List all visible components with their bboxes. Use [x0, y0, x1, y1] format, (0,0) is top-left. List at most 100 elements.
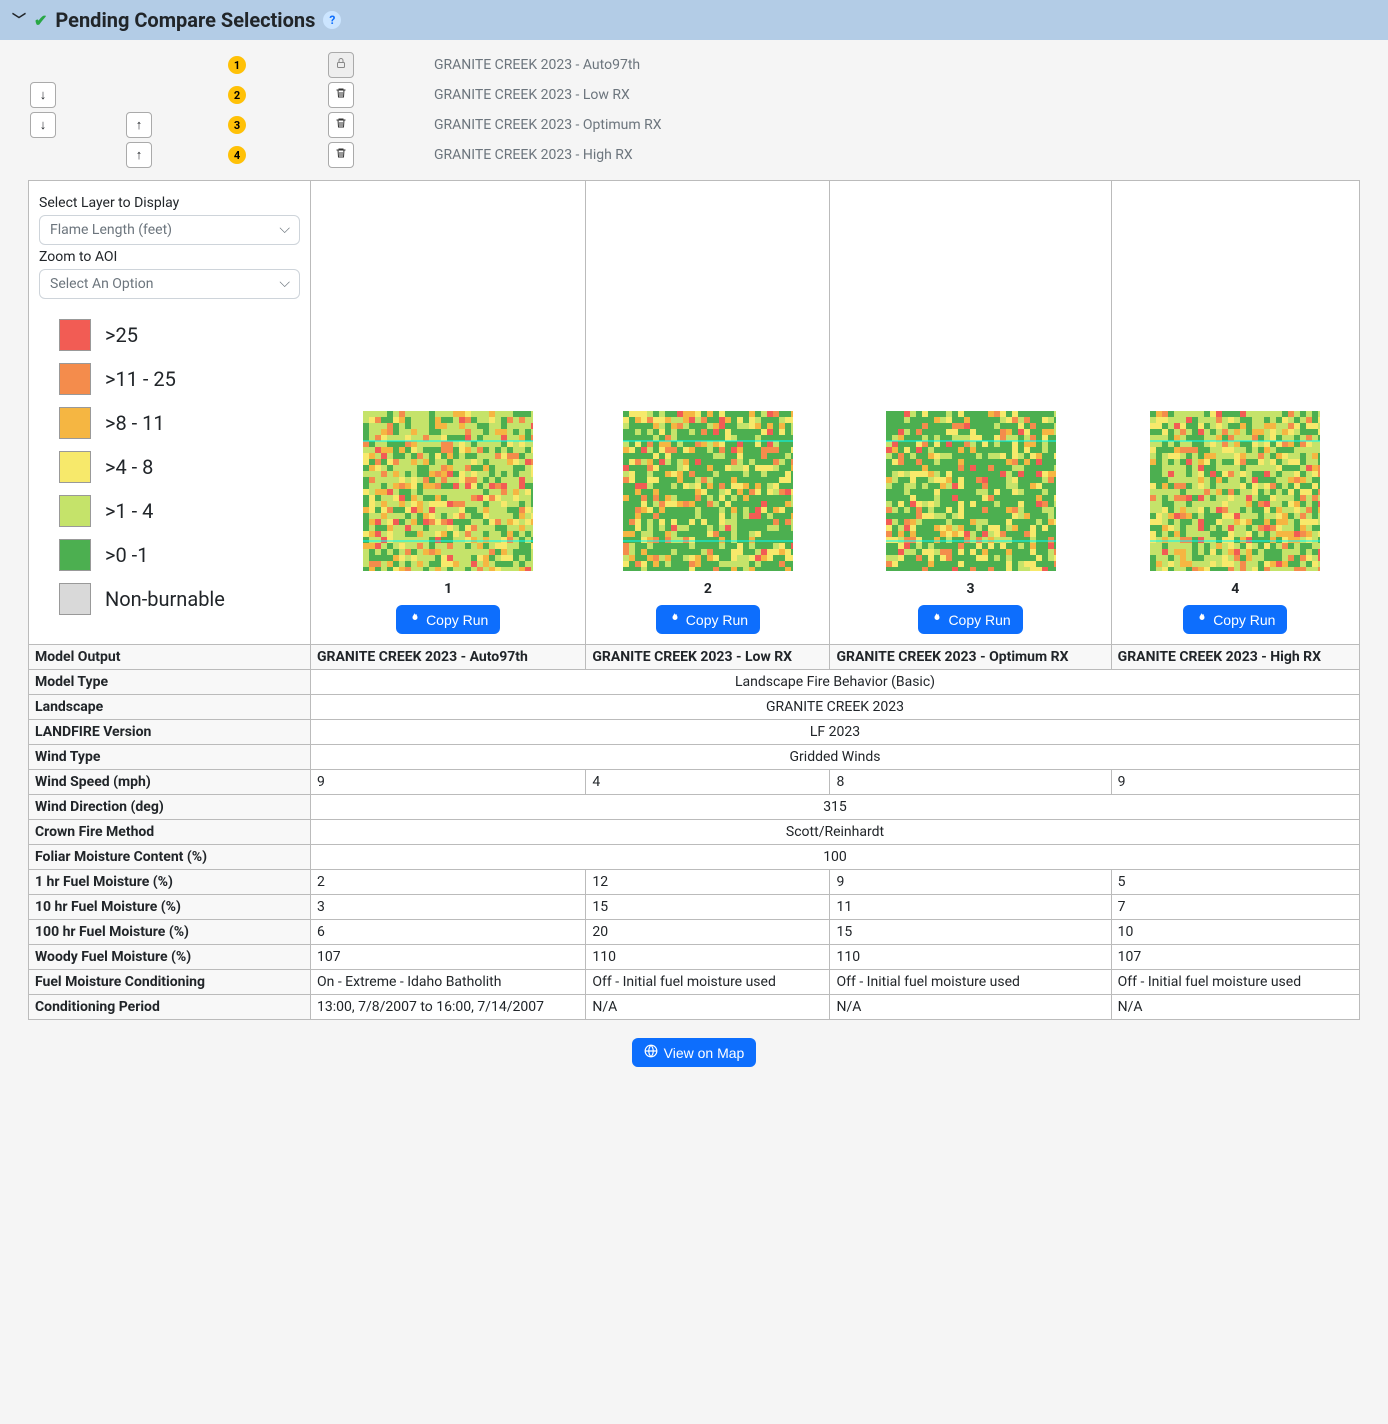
map-cell: 3Copy Run	[830, 181, 1111, 645]
row-value: N/A	[830, 995, 1111, 1020]
legend-swatch	[59, 451, 91, 483]
collapse-toggle[interactable]: ﹀	[12, 10, 26, 30]
flame-icon	[1195, 611, 1207, 628]
panel-header: ﹀ ✔ Pending Compare Selections ?	[0, 0, 1388, 40]
legend-row: Non-burnable	[59, 577, 300, 621]
legend-label: >0 -1	[105, 543, 148, 567]
copy-run-label: Copy Run	[426, 612, 488, 628]
copy-run-button[interactable]: Copy Run	[918, 605, 1022, 634]
layer-select[interactable]: Flame Length (feet)	[39, 215, 300, 245]
map-thumbnail[interactable]	[1118, 411, 1353, 571]
copy-run-label: Copy Run	[686, 612, 748, 628]
pending-row: ↑4GRANITE CREEK 2023 - High RX	[30, 140, 1358, 170]
move-down-button[interactable]: ↓	[30, 82, 56, 108]
flame-icon	[408, 611, 420, 628]
column-title: GRANITE CREEK 2023 - Low RX	[586, 645, 830, 670]
row-value: 9	[311, 770, 586, 795]
trash-icon	[335, 117, 347, 133]
pending-row: ↓2GRANITE CREEK 2023 - Low RX	[30, 80, 1358, 110]
move-down-button[interactable]: ↓	[30, 112, 56, 138]
row-label: 1 hr Fuel Moisture (%)	[29, 870, 311, 895]
arrow-down-icon: ↓	[40, 87, 47, 103]
legend-swatch	[59, 319, 91, 351]
row-label: Fuel Moisture Conditioning	[29, 970, 311, 995]
map-thumbnail[interactable]	[592, 411, 823, 571]
row-label: 10 hr Fuel Moisture (%)	[29, 895, 311, 920]
order-badge: 1	[228, 56, 246, 74]
flame-icon	[930, 611, 942, 628]
map-cell: 1Copy Run	[311, 181, 586, 645]
row-label: Wind Direction (deg)	[29, 795, 311, 820]
copy-run-label: Copy Run	[948, 612, 1010, 628]
row-label: 100 hr Fuel Moisture (%)	[29, 920, 311, 945]
row-label: Conditioning Period	[29, 995, 311, 1020]
arrow-up-icon: ↑	[136, 147, 143, 163]
flame-icon	[668, 611, 680, 628]
map-cell: 4 Copy Run	[1111, 181, 1359, 645]
row-value: N/A	[1111, 995, 1359, 1020]
copy-run-button[interactable]: Copy Run	[656, 605, 760, 634]
column-title: GRANITE CREEK 2023 - Optimum RX	[830, 645, 1111, 670]
pending-list: 1 GRANITE CREEK 2023 - Auto97th ↓2GRANITE …	[0, 40, 1388, 180]
arrow-up-icon: ↑	[136, 117, 143, 133]
row-value: 15	[586, 895, 830, 920]
row-value: 4	[586, 770, 830, 795]
help-icon[interactable]: ?	[323, 11, 341, 29]
row-value: 11	[830, 895, 1111, 920]
globe-icon	[644, 1044, 658, 1061]
map-number: 4	[1118, 581, 1353, 597]
row-value: 12	[586, 870, 830, 895]
row-value: 107	[311, 945, 586, 970]
map-cell: 2 Copy Run	[586, 181, 830, 645]
row-label: Model Output	[29, 645, 311, 670]
row-value: 5	[1111, 870, 1359, 895]
pending-row: ↓↑3GRANITE CREEK 2023 - Optimum RX	[30, 110, 1358, 140]
map-thumbnail[interactable]	[836, 411, 1104, 571]
row-value: 100	[311, 845, 1360, 870]
pending-label: GRANITE CREEK 2023 - Auto97th	[434, 57, 1358, 73]
legend-swatch	[59, 495, 91, 527]
row-value: Off - Initial fuel moisture used	[1111, 970, 1359, 995]
row-label: Wind Type	[29, 745, 311, 770]
copy-run-button[interactable]: Copy Run	[396, 605, 500, 634]
row-value: 13:00, 7/8/2007 to 16:00, 7/14/2007	[311, 995, 586, 1020]
legend-swatch	[59, 583, 91, 615]
legend-label: >1 - 4	[105, 499, 153, 523]
move-up-button[interactable]: ↑	[126, 112, 152, 138]
row-value: Off - Initial fuel moisture used	[830, 970, 1111, 995]
view-on-map-button[interactable]: View on Map	[632, 1038, 757, 1067]
column-title: GRANITE CREEK 2023 - High RX	[1111, 645, 1359, 670]
row-value: GRANITE CREEK 2023	[311, 695, 1360, 720]
zoom-select[interactable]: Select An Option	[39, 269, 300, 299]
row-value: 3	[311, 895, 586, 920]
delete-button[interactable]	[328, 142, 354, 168]
layer-controls: Select Layer to Display Flame Length (fee…	[29, 181, 311, 645]
row-value: N/A	[586, 995, 830, 1020]
legend-label: Non-burnable	[105, 587, 225, 611]
locked-button	[328, 52, 354, 78]
row-value: 6	[311, 920, 586, 945]
map-thumbnail[interactable]	[317, 411, 579, 571]
layer-select-label: Select Layer to Display	[39, 195, 300, 211]
compare-table: Select Layer to Display Flame Length (fee…	[28, 180, 1360, 1020]
map-number: 2	[592, 581, 823, 597]
row-label: Foliar Moisture Content (%)	[29, 845, 311, 870]
copy-run-button[interactable]: Copy Run	[1183, 605, 1287, 634]
lock-icon	[335, 57, 347, 73]
delete-button[interactable]	[328, 82, 354, 108]
row-value: Landscape Fire Behavior (Basic)	[311, 670, 1360, 695]
column-title: GRANITE CREEK 2023 - Auto97th	[311, 645, 586, 670]
delete-button[interactable]	[328, 112, 354, 138]
legend-row: >11 - 25	[59, 357, 300, 401]
row-value: Scott/Reinhardt	[311, 820, 1360, 845]
pending-label: GRANITE CREEK 2023 - Optimum RX	[434, 117, 1358, 133]
legend-label: >4 - 8	[105, 455, 153, 479]
row-value: 8	[830, 770, 1111, 795]
trash-icon	[335, 87, 347, 103]
zoom-select-label: Zoom to AOI	[39, 249, 300, 265]
move-up-button[interactable]: ↑	[126, 142, 152, 168]
row-label: Model Type	[29, 670, 311, 695]
row-value: Off - Initial fuel moisture used	[586, 970, 830, 995]
legend-row: >0 -1	[59, 533, 300, 577]
copy-run-label: Copy Run	[1213, 612, 1275, 628]
